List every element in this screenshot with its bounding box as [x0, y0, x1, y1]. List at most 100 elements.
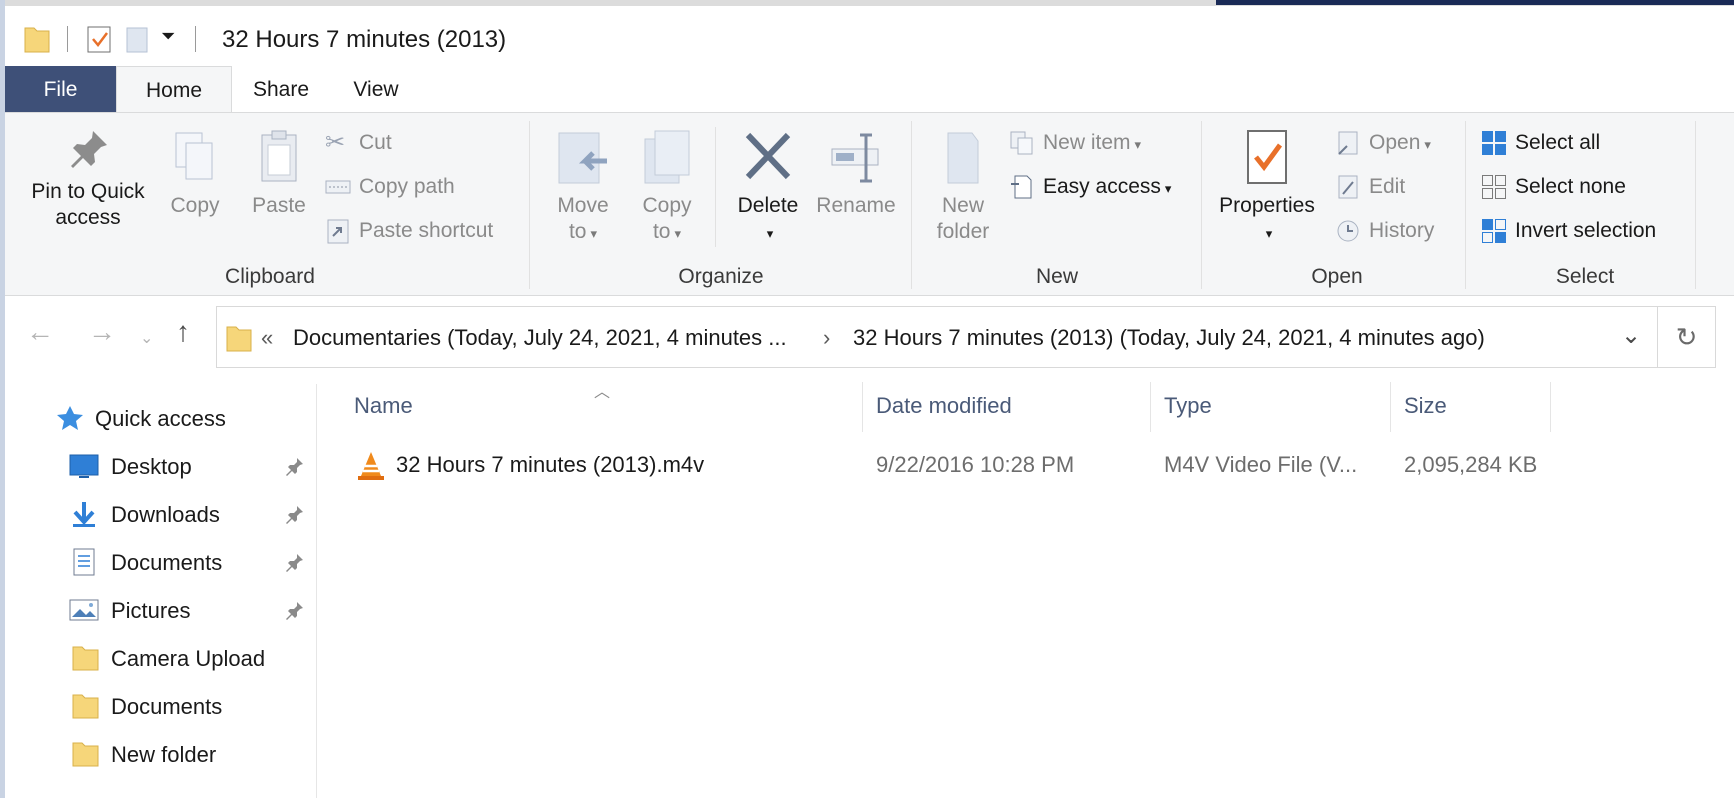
pin-label-line1: Pin to Quick [31, 180, 145, 203]
column-header-size[interactable]: Size [1404, 393, 1447, 419]
nav-label: Desktop [111, 454, 192, 479]
recent-locations-chevron-icon[interactable]: ⌄ [140, 328, 153, 348]
column-header-type[interactable]: Type [1164, 393, 1212, 419]
pin-icon[interactable] [285, 552, 305, 572]
history-clock-icon [1337, 220, 1359, 242]
pictures-icon [69, 599, 99, 621]
move-to-icon [558, 132, 607, 184]
title-separator [195, 26, 196, 52]
pin-label-line2: access [55, 206, 121, 229]
desktop-background [1216, 0, 1734, 5]
tab-file[interactable]: File [5, 66, 116, 113]
forward-arrow-icon[interactable]: → [88, 316, 116, 348]
nav-label: Documents [111, 694, 223, 719]
table-row[interactable]: 32 Hours 7 minutes (2013).m4v 9/22/2016 … [348, 442, 1548, 488]
column-header-name[interactable]: Name [354, 393, 413, 419]
file-name[interactable]: 32 Hours 7 minutes (2013).m4v [396, 452, 704, 478]
copy-path-button[interactable]: Copy path [325, 171, 455, 203]
folder-icon [72, 694, 99, 719]
refresh-icon[interactable]: ↻ [1658, 306, 1716, 368]
address-bar[interactable]: « Documentaries (Today, July 24, 2021, 4… [216, 306, 1658, 368]
invert-selection-button[interactable]: Invert selection [1481, 215, 1656, 247]
nav-item-downloads[interactable]: Downloads [5, 492, 315, 536]
pin-to-quick-access-button[interactable]: Pin to Quick access [15, 127, 161, 231]
group-label-organize: Organize [678, 265, 764, 288]
group-label-new: New [1035, 265, 1078, 288]
select-none-button[interactable]: Select none [1481, 171, 1626, 203]
history-button[interactable]: History [1335, 215, 1434, 247]
group-separator [529, 121, 530, 289]
tab-share[interactable]: Share [237, 66, 325, 113]
breadcrumb-documentaries[interactable]: Documentaries (Today, July 24, 2021, 4 m… [293, 325, 787, 351]
easy-access-icon [1011, 175, 1032, 199]
delete-button[interactable]: Delete ▾ [723, 127, 813, 247]
new-folder-button[interactable]: New folder [921, 127, 1005, 245]
rename-label: Rename [816, 194, 896, 217]
move-to-line1: Move [557, 194, 609, 217]
file-size: 2,095,284 KB [1404, 452, 1538, 477]
download-arrow-icon [73, 502, 95, 527]
star-icon [57, 406, 83, 430]
column-header-date-modified[interactable]: Date modified [876, 393, 1012, 419]
copy-button[interactable]: Copy [157, 127, 233, 219]
new-item-button[interactable]: New item ▾ [1009, 127, 1141, 159]
properties-label: Properties [1219, 194, 1315, 217]
customize-toolbar-chevron-icon[interactable]: ⏷ [161, 26, 175, 47]
tab-home[interactable]: Home [116, 66, 232, 113]
easy-access-button[interactable]: Easy access ▾ [1009, 171, 1171, 203]
new-folder-icon[interactable] [123, 24, 151, 54]
rename-button[interactable]: Rename [811, 127, 901, 219]
nav-item-camera-upload[interactable]: Camera Upload [5, 636, 315, 680]
breadcrumb-separator[interactable]: › [823, 325, 830, 351]
quick-access-separator [67, 26, 68, 52]
new-item-icon [1010, 131, 1033, 155]
edit-button[interactable]: Edit [1335, 171, 1405, 203]
breadcrumb-current-folder[interactable]: 32 Hours 7 minutes (2013) (Today, July 2… [853, 325, 1485, 351]
nav-quick-access[interactable]: Quick access [5, 396, 315, 440]
open-button[interactable]: Open ▾ [1335, 127, 1431, 159]
nav-item-new-folder[interactable]: New folder [5, 732, 315, 776]
nav-item-pictures[interactable]: Pictures [5, 588, 315, 632]
group-label-select: Select [1555, 265, 1615, 288]
address-dropdown-chevron-icon[interactable]: ⌄ [1621, 321, 1641, 350]
back-arrow-icon[interactable]: ← [26, 316, 54, 348]
pin-icon[interactable] [285, 504, 305, 524]
new-folder-icon [947, 132, 979, 184]
up-arrow-icon[interactable]: ↑ [176, 316, 190, 348]
select-none-icon [1482, 175, 1506, 200]
properties-button[interactable]: Properties ▾ [1211, 127, 1323, 247]
paste-shortcut-icon [327, 219, 349, 244]
invert-selection-icon [1482, 219, 1506, 244]
paste-button[interactable]: Paste [241, 127, 317, 219]
column-divider[interactable] [862, 382, 863, 432]
column-divider[interactable] [1550, 382, 1551, 432]
vlc-cone-icon [358, 452, 384, 480]
nav-item-desktop[interactable]: Desktop [5, 444, 315, 488]
pin-icon[interactable] [285, 456, 305, 476]
folder-icon[interactable] [23, 24, 51, 54]
tab-view[interactable]: View [335, 66, 417, 113]
move-to-button[interactable]: Move to ▾ [545, 127, 621, 247]
nav-item-documents[interactable]: Documents [5, 540, 315, 584]
nav-label: Camera Upload [111, 646, 266, 671]
properties-icon[interactable] [85, 24, 113, 54]
pin-icon[interactable] [285, 600, 305, 620]
column-divider[interactable] [1150, 382, 1151, 432]
group-label-open: Open [1311, 265, 1363, 288]
copy-path-icon [325, 180, 351, 194]
breadcrumb-overflow[interactable]: « [261, 325, 273, 351]
invert-selection-label: Invert selection [1515, 219, 1657, 242]
cut-button[interactable]: ✂ Cut [325, 127, 392, 159]
select-none-label: Select none [1515, 175, 1626, 198]
select-all-label: Select all [1515, 131, 1601, 154]
paste-shortcut-button[interactable]: Paste shortcut [325, 215, 493, 247]
nav-item-documents-folder[interactable]: Documents [5, 684, 315, 728]
clipboard-icon [261, 130, 297, 182]
open-label: Open [1369, 131, 1421, 154]
select-all-button[interactable]: Select all [1481, 127, 1600, 159]
open-icon [1338, 131, 1358, 156]
edit-pencil-icon [1338, 175, 1358, 199]
column-divider[interactable] [1390, 382, 1391, 432]
copy-to-button[interactable]: Copy to ▾ [629, 127, 705, 247]
easy-access-label: Easy access [1043, 175, 1161, 198]
